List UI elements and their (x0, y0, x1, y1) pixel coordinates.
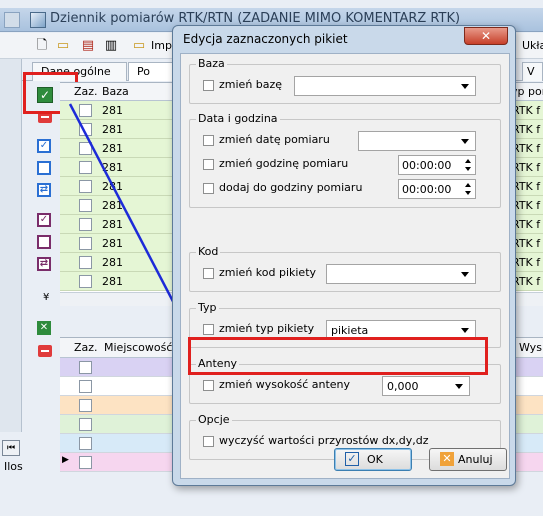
ok-button[interactable]: ✓ OK (334, 448, 412, 471)
antenna-height-select[interactable]: 0,000 (382, 376, 470, 396)
clear-increments-label: wyczyść wartości przyrostów dx,dy,dz (219, 434, 429, 447)
spin-down-icon[interactable] (465, 191, 471, 195)
edit-points-dialog: Edycja zaznaczonych pikiet ✕ Baza zmień … (172, 25, 516, 486)
cancel-x-icon: ✕ (440, 452, 454, 466)
date-picker[interactable] (358, 131, 476, 151)
chevron-down-icon (455, 384, 463, 389)
group-typ-title: Typ (196, 301, 219, 314)
close-icon: ✕ (480, 29, 492, 43)
check-icon: ✓ (345, 452, 359, 466)
chevron-down-icon (461, 328, 469, 333)
add-time-checkbox[interactable] (203, 183, 214, 194)
group-kod: Kod zmień kod pikiety (189, 245, 501, 292)
base-select[interactable] (294, 76, 476, 96)
dialog-title: Edycja zaznaczonych pikiet (183, 32, 348, 46)
clear-increments-checkbox[interactable] (203, 436, 214, 447)
change-code-checkbox[interactable] (203, 268, 214, 279)
chevron-down-icon (461, 272, 469, 277)
antenna-height-value: 0,000 (387, 380, 419, 393)
group-data-godzina: Data i godzina zmień datę pomiaru zmień … (189, 112, 501, 208)
code-select[interactable] (326, 264, 476, 284)
change-date-checkbox[interactable] (203, 135, 214, 146)
change-code-label: zmień kod pikiety (219, 266, 317, 279)
change-time-checkbox[interactable] (203, 159, 214, 170)
dialog-close-button[interactable]: ✕ (464, 27, 508, 45)
group-data-title: Data i godzina (196, 112, 280, 125)
chevron-down-icon (461, 84, 469, 89)
ok-button-label: OK (367, 453, 383, 466)
dialog-body: Baza zmień bazę Data i godzina zmień dat… (180, 53, 510, 479)
spin-down-icon[interactable] (465, 167, 471, 171)
annotation-highlight-antenna (188, 337, 488, 375)
add-time-label: dodaj do godziny pomiaru (219, 181, 363, 194)
change-time-label: zmień godzinę pomiaru (219, 157, 349, 170)
change-antenna-height-label: zmień wysokość anteny (219, 378, 351, 391)
change-antenna-height-checkbox[interactable] (203, 380, 214, 391)
spin-up-icon[interactable] (465, 183, 471, 187)
add-time-spinner[interactable]: 00:00:00 (398, 179, 476, 199)
time-spinner-value: 00:00:00 (402, 159, 452, 172)
group-baza-title: Baza (196, 57, 227, 70)
group-kod-title: Kod (196, 245, 221, 258)
change-date-label: zmień datę pomiaru (219, 133, 330, 146)
group-baza: Baza zmień bazę (189, 57, 501, 104)
spin-up-icon[interactable] (465, 159, 471, 163)
change-type-checkbox[interactable] (203, 324, 214, 335)
cancel-button-label: Anuluj (458, 453, 493, 466)
change-type-label: zmień typ pikiety (219, 322, 315, 335)
change-base-label: zmień bazę (219, 78, 283, 91)
change-base-checkbox[interactable] (203, 80, 214, 91)
cancel-button[interactable]: ✕ Anuluj (429, 448, 507, 471)
type-select-value: pikieta (331, 324, 369, 337)
group-opcje-title: Opcje (196, 413, 232, 426)
time-spinner[interactable]: 00:00:00 (398, 155, 476, 175)
chevron-down-icon (461, 139, 469, 144)
add-time-spinner-value: 00:00:00 (402, 183, 452, 196)
